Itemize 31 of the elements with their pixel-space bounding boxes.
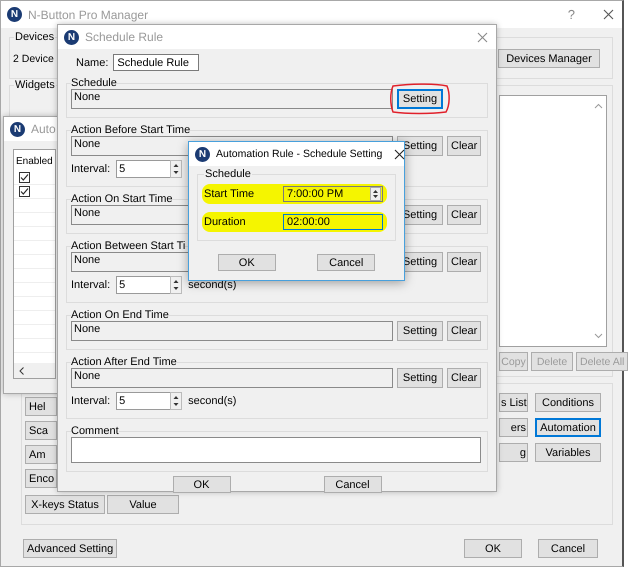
action-field: None xyxy=(71,321,393,341)
device-count: 2 Device xyxy=(13,53,54,65)
group-label: Schedule xyxy=(204,168,252,180)
group-label: Action Between Start Ti xyxy=(71,240,186,252)
field-label: Interval: xyxy=(71,279,110,291)
window-title: N-Button Pro Manager xyxy=(28,8,148,22)
unit-label: second(s) xyxy=(188,395,236,407)
group-label: Action On End Time xyxy=(71,309,169,321)
field-label: Name: xyxy=(76,56,108,68)
app-logo: N xyxy=(195,146,210,162)
field-label: Interval: xyxy=(71,163,110,175)
field-label: Interval: xyxy=(71,395,110,407)
field-label: Duration xyxy=(204,216,246,228)
action-field: None xyxy=(71,368,393,388)
app-logo: N xyxy=(10,122,25,136)
window-title: Schedule Rule xyxy=(85,30,164,44)
window-title: Auto xyxy=(31,122,56,136)
group-label: Schedule xyxy=(71,77,117,89)
group-label: Widgets xyxy=(14,79,56,91)
app-logo: N xyxy=(7,7,22,22)
group-label: Devices xyxy=(14,31,56,43)
group-label: Action After End Time xyxy=(71,356,177,368)
app-logo: N xyxy=(64,30,79,44)
action-field: None xyxy=(71,89,393,109)
group-label: Action Before Start Time xyxy=(71,124,190,136)
unit-label: second(s) xyxy=(188,279,236,291)
window-title: Automation Rule - Schedule Setting xyxy=(216,148,382,160)
group-label: Action On Start Time xyxy=(71,193,172,205)
column-header: Enabled xyxy=(15,155,53,169)
field-label: Start Time xyxy=(204,188,254,200)
group-label: Comment xyxy=(71,425,119,437)
